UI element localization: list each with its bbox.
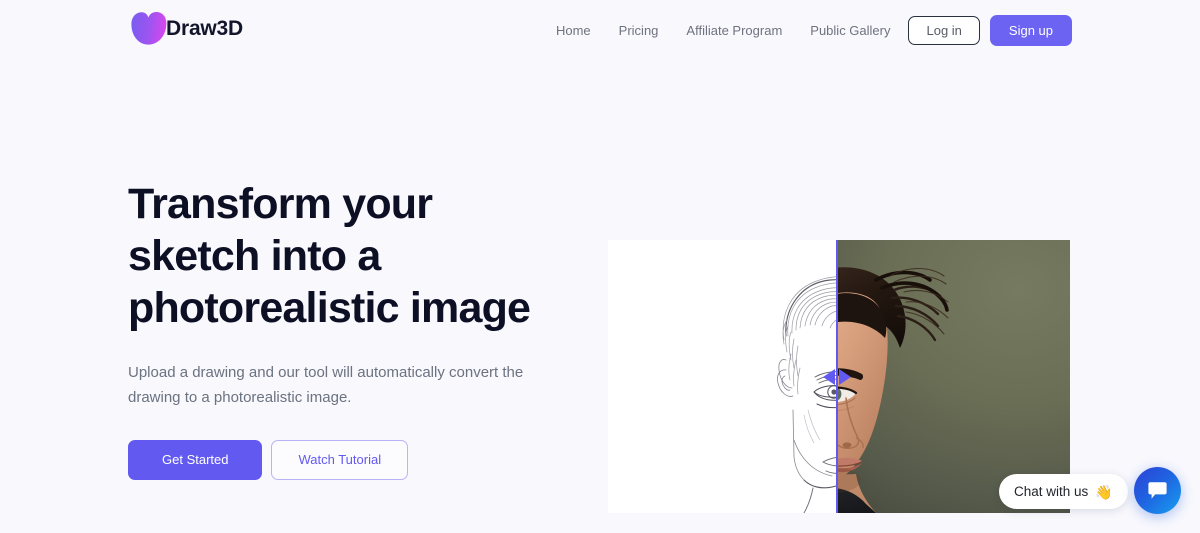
brand-logo[interactable]: Draw3D [128,11,243,46]
chat-prompt-pill[interactable]: Chat with us 👋 [999,474,1128,509]
site-header: Draw3D Home Pricing Affiliate Program Pu… [0,0,1200,58]
nav-item-home[interactable]: Home [556,17,591,45]
hero-headline: Transform your sketch into a photorealis… [128,180,531,332]
main-navigation: Home Pricing Affiliate Program Public Ga… [556,15,1072,46]
nav-item-affiliate-program[interactable]: Affiliate Program [686,17,782,45]
get-started-button[interactable]: Get Started [128,440,263,480]
brand-name: Draw3D [166,17,243,40]
login-button[interactable]: Log in [908,16,980,45]
hero-cta-group: Get Started Watch Tutorial [128,440,598,480]
watch-tutorial-button[interactable]: Watch Tutorial [271,440,409,480]
slider-arrows-icon[interactable] [821,366,853,388]
nav-item-pricing[interactable]: Pricing [619,17,659,45]
draw3d-logo-icon [131,12,167,45]
sketch-pane [608,240,836,513]
signup-button[interactable]: Sign up [989,15,1072,46]
chat-launcher-button[interactable] [1134,467,1181,514]
pencil-sketch-illustration [608,240,836,513]
nav-item-public-gallery[interactable]: Public Gallery [810,17,890,45]
before-after-comparison[interactable] [608,240,1070,513]
hero-section: Transform your sketch into a photorealis… [128,178,598,480]
photo-pane [836,240,1070,513]
chat-prompt-label: Chat with us [1014,484,1089,499]
waving-hand-icon: 👋 [1095,483,1113,500]
speech-bubble-icon [1148,481,1167,499]
hero-subtitle: Upload a drawing and our tool will autom… [128,364,524,406]
comparison-slider-divider[interactable] [823,240,851,513]
photorealistic-portrait [836,267,949,513]
